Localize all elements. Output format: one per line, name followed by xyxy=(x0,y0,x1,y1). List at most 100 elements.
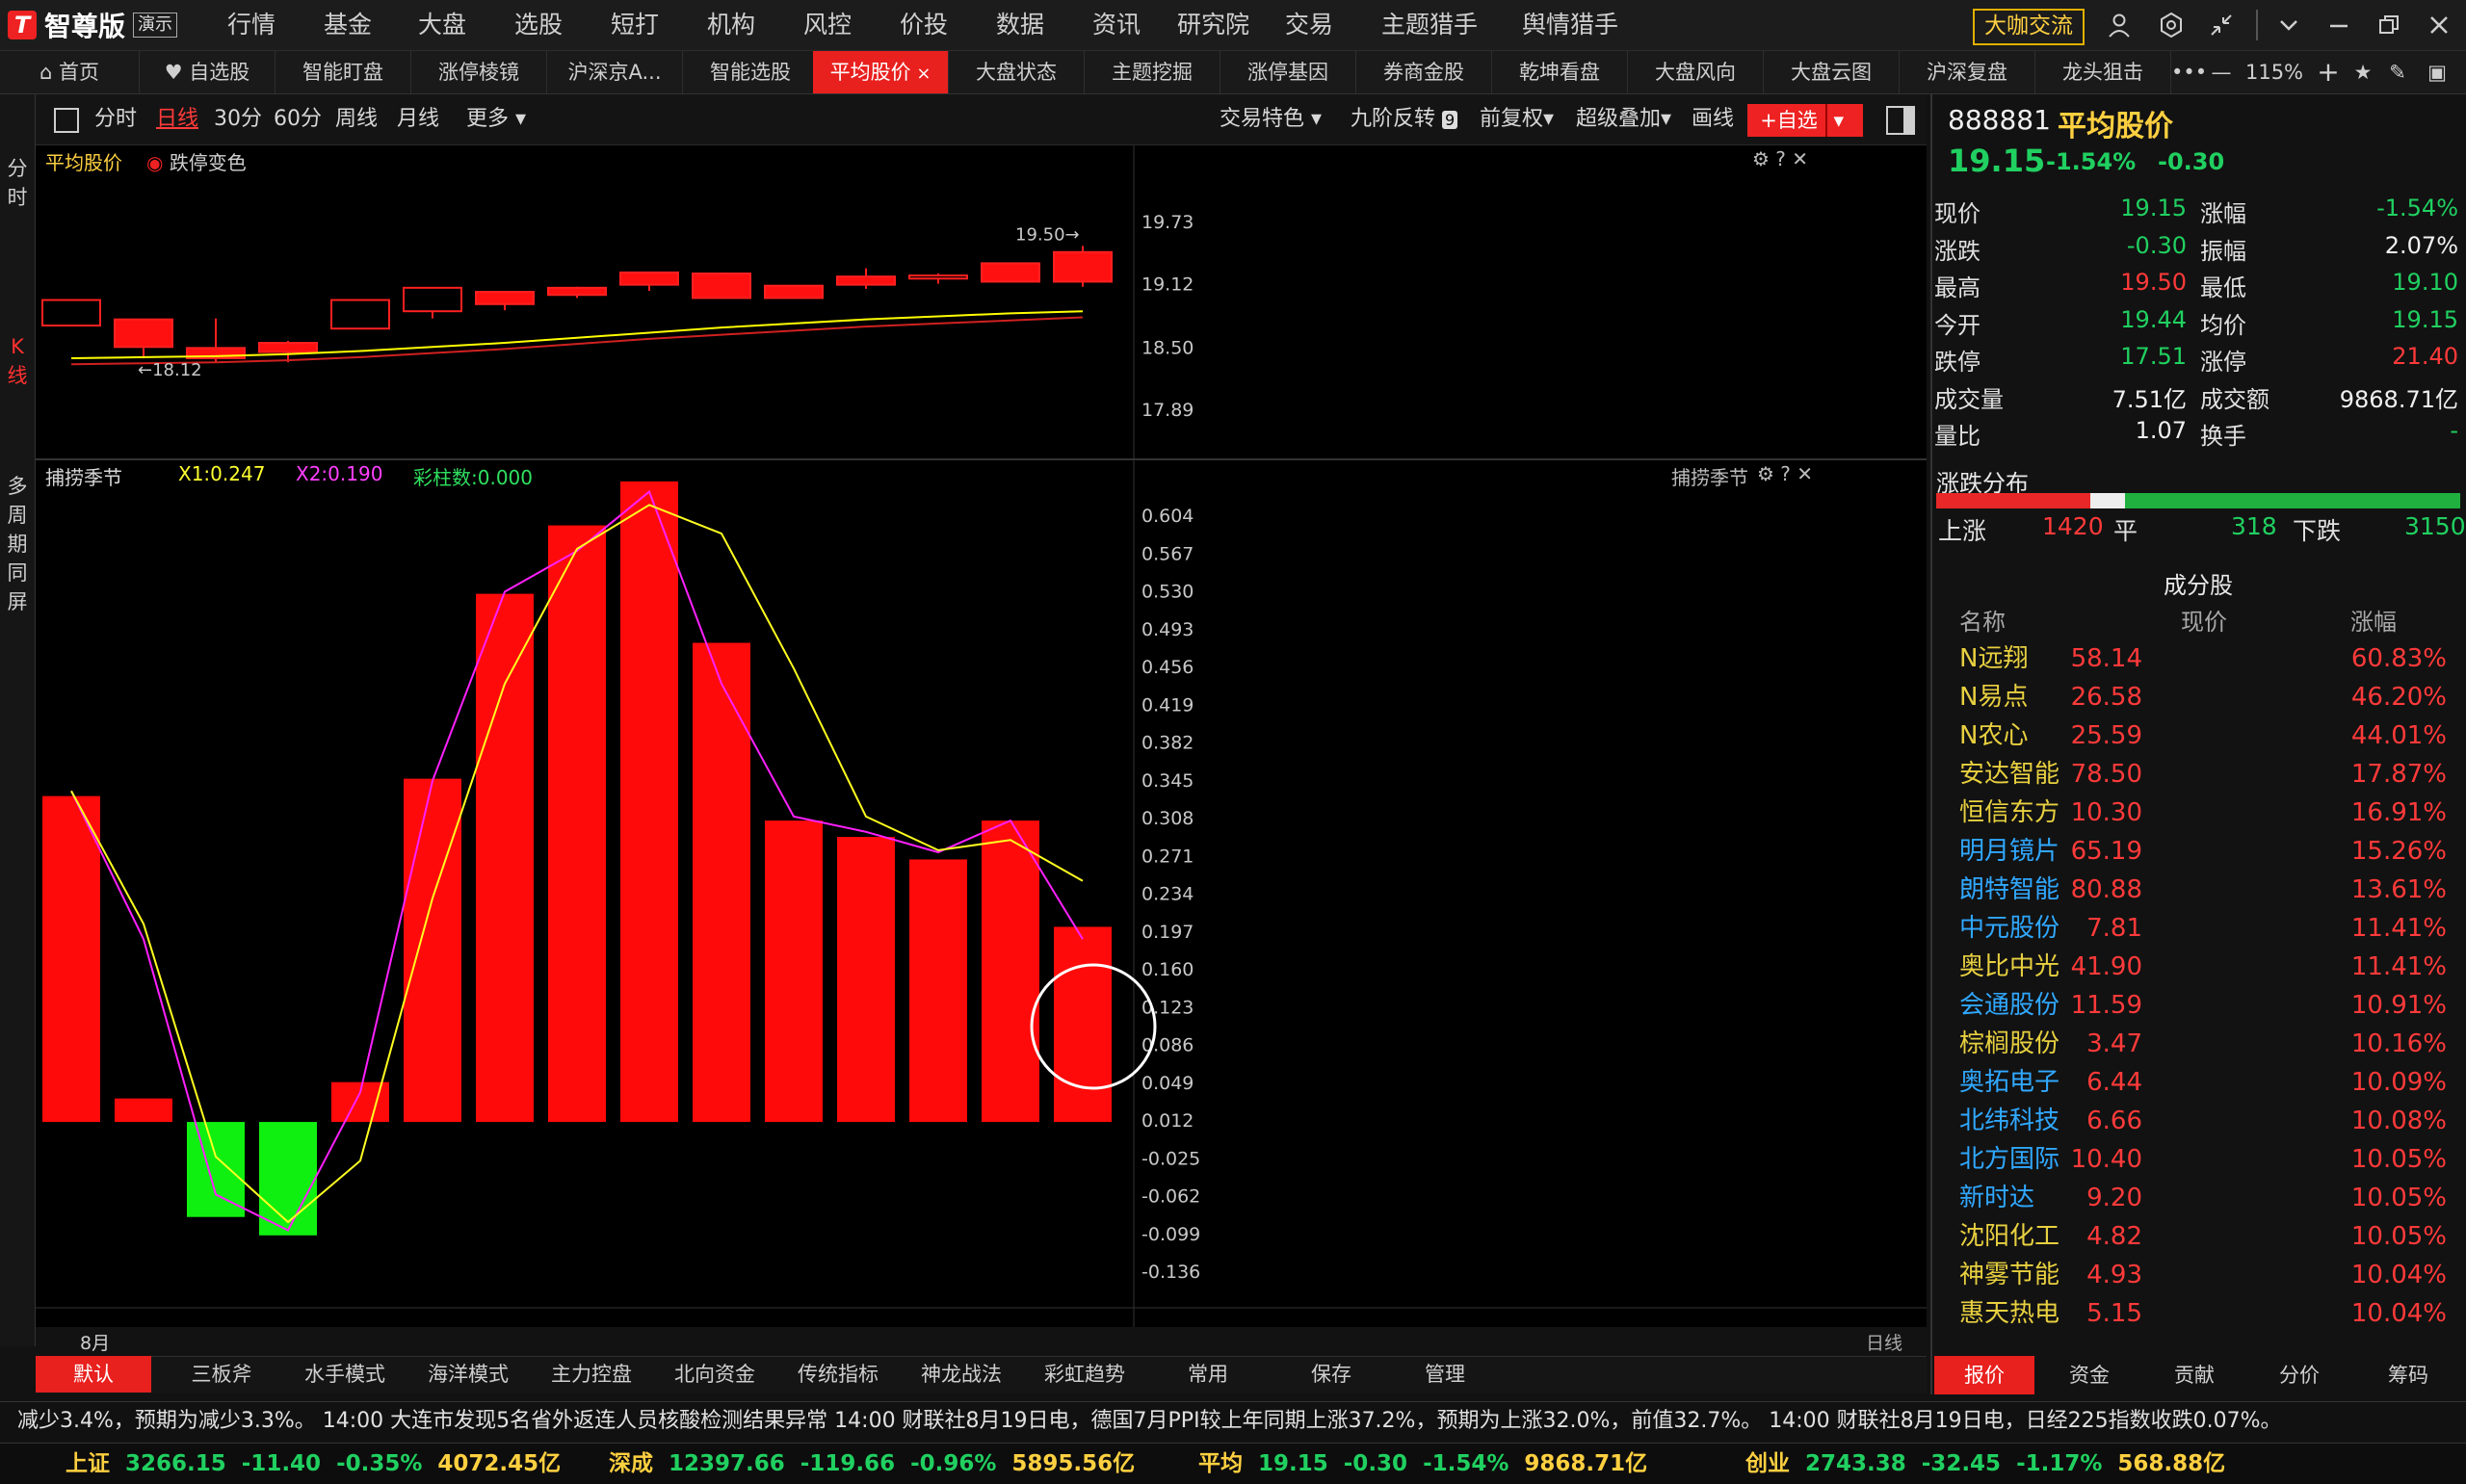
indicator-tab-default[interactable]: 默认 xyxy=(36,1356,151,1393)
tab-home[interactable]: ⌂ 首页 xyxy=(0,51,140,93)
panel-toggle-icon[interactable] xyxy=(54,108,79,133)
pen-icon[interactable]: ✎ xyxy=(2383,51,2412,93)
user-icon[interactable] xyxy=(2106,12,2133,39)
stock-row[interactable]: 会通股份 11.59 10.91% xyxy=(1934,986,2462,1025)
panel-icons[interactable]: ⚙ ? ✕ xyxy=(1752,147,1808,170)
period-60m[interactable]: 60分 xyxy=(274,94,322,144)
settings-icon[interactable] xyxy=(2158,12,2185,39)
indicator-tab-traditional[interactable]: 传统指标 xyxy=(785,1356,891,1393)
indicator-tab-sanbanfu[interactable]: 三板斧 xyxy=(169,1356,275,1393)
index-quote[interactable]: 创业 2743.38 -32.45 -1.17% 568.88亿 xyxy=(1745,1444,2241,1484)
stock-row[interactable]: 恒信东方 10.30 16.91% xyxy=(1934,794,2462,832)
menu-funds[interactable]: 基金 xyxy=(324,0,372,50)
close-icon[interactable] xyxy=(2426,12,2453,39)
menu-stock-picker[interactable]: 选股 xyxy=(514,0,563,50)
tab-smart-select[interactable]: 智能选股 xyxy=(683,51,819,93)
menu-news[interactable]: 资讯 xyxy=(1092,0,1141,50)
period-daily[interactable]: 日线 xyxy=(156,94,198,144)
tab-hs-a[interactable]: 沪深京A... xyxy=(547,51,683,93)
tab-leader-snipe[interactable]: 龙头狙击 xyxy=(2035,51,2171,93)
stock-row[interactable]: 棕榈股份 3.47 10.16% xyxy=(1934,1025,2462,1063)
nine-reversal-toggle[interactable]: 九阶反转 9 xyxy=(1351,94,1458,144)
indicator-tab-dragon[interactable]: 神龙战法 xyxy=(908,1356,1014,1393)
tab-qiankun[interactable]: 乾坤看盘 xyxy=(1492,51,1628,93)
indicator-tab-sailor[interactable]: 水手模式 xyxy=(292,1356,398,1393)
indicator-tab-manage[interactable]: 管理 xyxy=(1392,1356,1498,1393)
index-quote[interactable]: 上证 3266.15 -11.40 -0.35% 4072.45亿 xyxy=(66,1444,576,1484)
tab-market-cloud[interactable]: 大盘云图 xyxy=(1764,51,1900,93)
menu-risk[interactable]: 风控 xyxy=(803,0,852,50)
period-more-dropdown[interactable]: 更多 ▾ xyxy=(466,94,526,144)
menu-trade[interactable]: 交易 xyxy=(1285,0,1333,50)
indicator-tab-main-control[interactable]: 主力控盘 xyxy=(538,1356,644,1393)
tab-watchlist[interactable]: ♥ 自选股 xyxy=(140,51,275,93)
overlay-dropdown[interactable]: 超级叠加▾ xyxy=(1576,94,1671,144)
index-quote[interactable]: 深成 12397.66 -119.66 -0.96% 5895.56亿 xyxy=(609,1444,1150,1484)
menu-institutions[interactable]: 机构 xyxy=(707,0,755,50)
period-30m[interactable]: 30分 xyxy=(214,94,262,144)
stock-row[interactable]: 中元股份 7.81 11.41% xyxy=(1934,909,2462,948)
period-fenshi[interactable]: 分时 xyxy=(94,94,137,144)
tab-market-state[interactable]: 大盘状态 xyxy=(949,51,1085,93)
minimize-icon[interactable] xyxy=(2325,12,2352,39)
zoom-in-icon[interactable]: + xyxy=(2314,51,2343,93)
tab-close-icon[interactable]: × xyxy=(911,64,931,84)
indicator-tab-common[interactable]: 常用 xyxy=(1155,1356,1261,1393)
chevron-down-icon[interactable] xyxy=(2275,12,2302,39)
stock-row[interactable]: 新时达 9.20 10.05% xyxy=(1934,1179,2462,1217)
stock-row[interactable]: 朗特智能 80.88 13.61% xyxy=(1934,871,2462,909)
indicator-chart[interactable]: 0.604 0.567 0.530 0.493 0.456 0.419 0.382 0.345… xyxy=(36,460,1927,1356)
more-tabs-icon[interactable]: ••• xyxy=(2171,51,2207,93)
side-tab-multi-period[interactable]: 多周期同屏 xyxy=(4,472,31,616)
stock-row[interactable]: 明月镜片 65.19 15.26% xyxy=(1934,832,2462,871)
draw-line-button[interactable]: 画线 xyxy=(1692,94,1734,144)
menu-research[interactable]: 研究院 xyxy=(1177,0,1249,50)
index-quote[interactable]: 平均 19.15 -0.30 -1.54% 9868.71亿 xyxy=(1198,1444,1663,1484)
limit-color-option[interactable]: ◉ 跌停变色 xyxy=(146,147,247,175)
stock-row[interactable]: 北方国际 10.40 10.05% xyxy=(1934,1140,2462,1179)
stock-row[interactable]: 神雾节能 4.93 10.04% xyxy=(1934,1256,2462,1294)
shrink-icon[interactable] xyxy=(2208,12,2235,39)
menu-value-invest[interactable]: 价投 xyxy=(900,0,948,50)
stock-row[interactable]: 沈阳化工 4.82 10.05% xyxy=(1934,1217,2462,1256)
indicator-tab-north[interactable]: 北向资金 xyxy=(662,1356,768,1393)
rtab-contribution[interactable]: 贡献 xyxy=(2144,1356,2244,1394)
add-favorite-button[interactable]: +自选 ▾ xyxy=(1747,104,1863,137)
tab-review[interactable]: 沪深复盘 xyxy=(1900,51,2035,93)
indicator-tab-rainbow[interactable]: 彩虹趋势 xyxy=(1032,1356,1138,1393)
app-logo[interactable]: T 智尊版 演示 xyxy=(8,8,178,42)
zoom-out-icon[interactable]: — xyxy=(2208,51,2235,93)
period-weekly[interactable]: 周线 xyxy=(335,94,378,144)
menu-data[interactable]: 数据 xyxy=(996,0,1044,50)
period-monthly[interactable]: 月线 xyxy=(397,94,439,144)
tab-limit-gene[interactable]: 涨停基因 xyxy=(1220,51,1356,93)
tab-smart-watch[interactable]: 智能盯盘 xyxy=(275,51,411,93)
kline-panel[interactable]: 19.73 19.12 18.50 17.89 19.50→ ←18.12 平均股价 ◉ … xyxy=(36,145,1927,460)
stock-row[interactable]: 北纬科技 6.66 10.08% xyxy=(1934,1102,2462,1140)
menu-theme-hunter[interactable]: 主题猎手 xyxy=(1381,0,1478,50)
layout-icon[interactable]: ▣ xyxy=(2418,51,2456,93)
star-icon[interactable]: ★ xyxy=(2348,51,2377,93)
tab-average-price[interactable]: 平均股价 × xyxy=(813,51,949,93)
tab-limit-prism[interactable]: 涨停棱镜 xyxy=(411,51,547,93)
sidebar-toggle-icon[interactable] xyxy=(1886,106,1915,135)
side-tab-fenshi[interactable]: 分时 xyxy=(4,154,31,212)
indicator-panel[interactable]: 0.604 0.567 0.530 0.493 0.456 0.419 0.382 0.345… xyxy=(36,460,1927,1354)
tab-broker-picks[interactable]: 券商金股 xyxy=(1356,51,1492,93)
stock-row[interactable]: N农心 25.59 44.01% xyxy=(1934,716,2462,755)
menu-quotes[interactable]: 行情 xyxy=(227,0,275,50)
stock-row[interactable]: 惠天热电 5.15 10.04% xyxy=(1934,1294,2462,1333)
restore-icon[interactable] xyxy=(2375,12,2402,39)
kline-chart[interactable]: 19.73 19.12 18.50 17.89 19.50→ ←18.12 xyxy=(36,145,1927,458)
menu-market[interactable]: 大盘 xyxy=(418,0,466,50)
side-tab-kline[interactable]: K线 xyxy=(4,332,31,390)
news-ticker[interactable]: 减少3.4%，预期为减少3.3%。 14:00 大连市发现5名省外返连人员核酸检… xyxy=(0,1401,2466,1441)
indicator-tab-ocean[interactable]: 海洋模式 xyxy=(415,1356,521,1393)
daka-exchange-button[interactable]: 大咖交流 xyxy=(1973,9,2085,45)
rtab-chips[interactable]: 筹码 xyxy=(2354,1356,2462,1394)
trade-feature-dropdown[interactable]: 交易特色 ▾ xyxy=(1220,94,1322,144)
stock-row[interactable]: 安达智能 78.50 17.87% xyxy=(1934,755,2462,794)
stock-row[interactable]: N易点 26.58 46.20% xyxy=(1934,678,2462,716)
rtab-funds[interactable]: 资金 xyxy=(2039,1356,2139,1394)
rtab-quote[interactable]: 报价 xyxy=(1934,1356,2034,1394)
